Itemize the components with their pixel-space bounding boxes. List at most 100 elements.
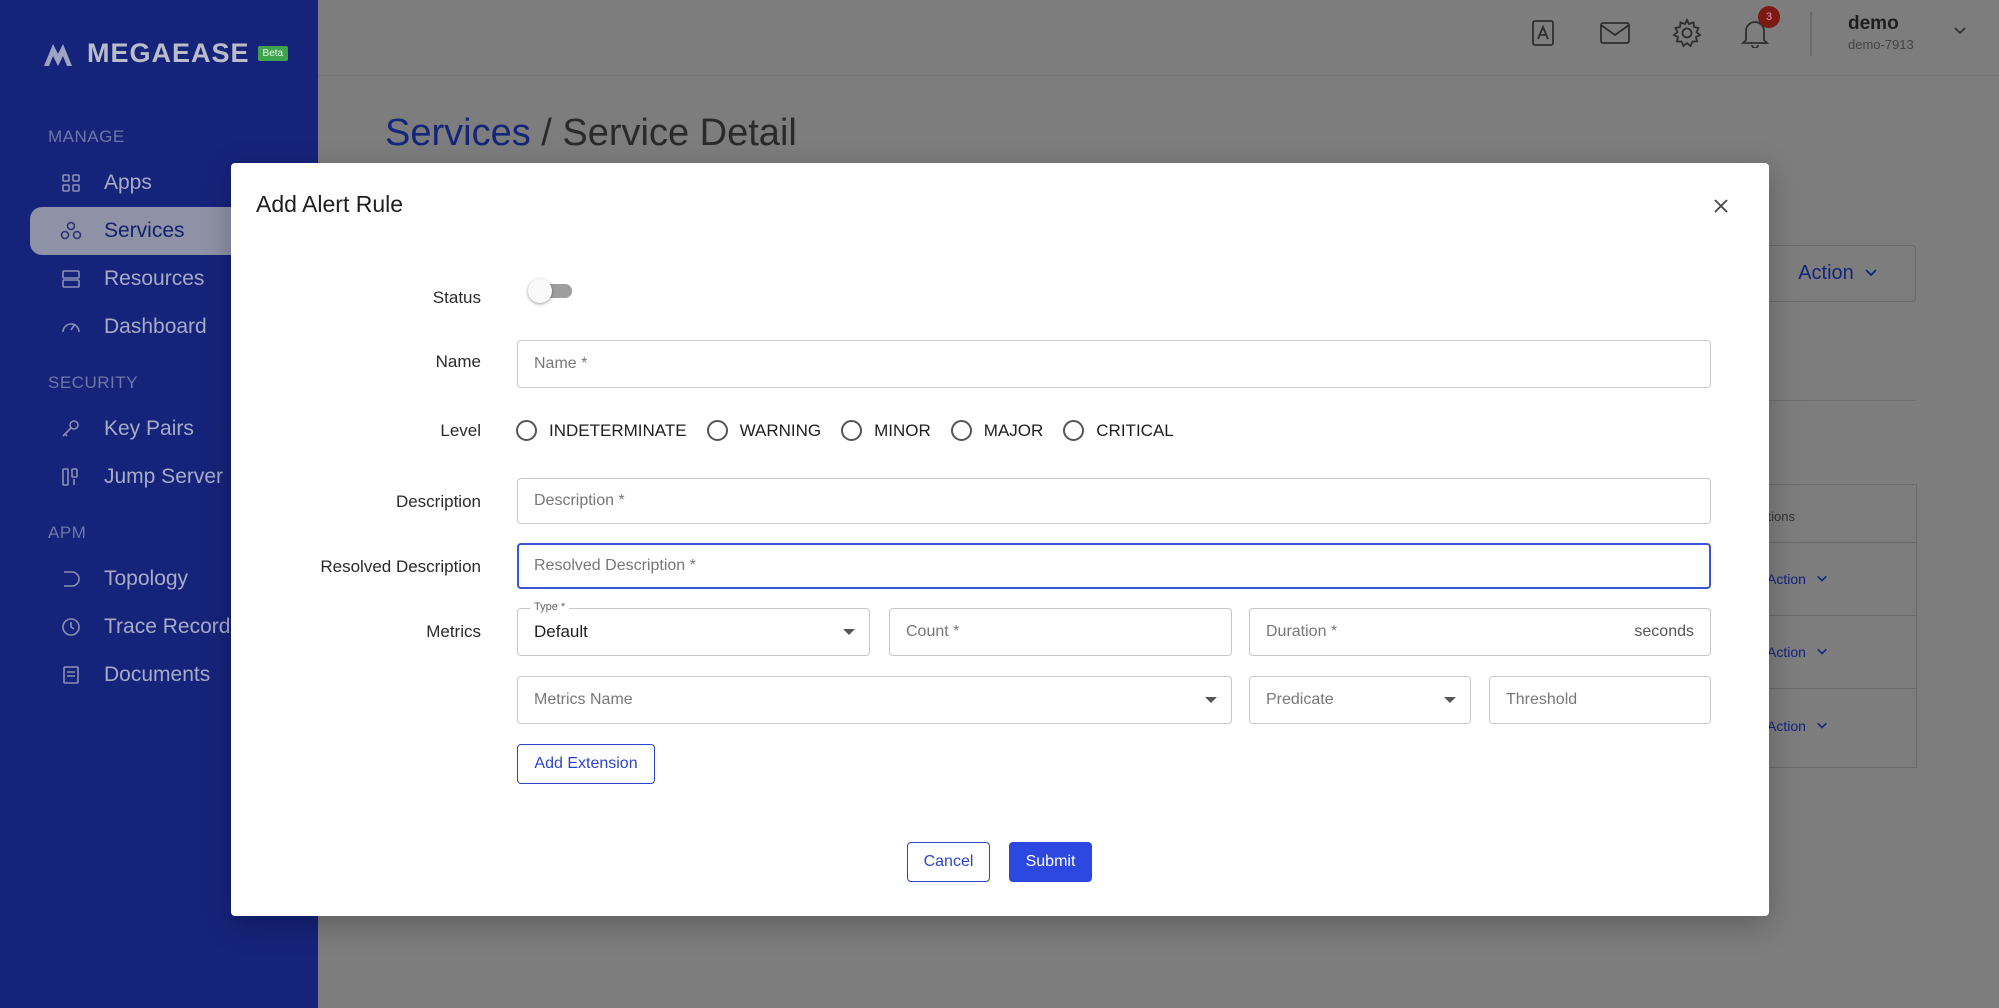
chevron-down-icon <box>1816 571 1828 587</box>
dashboard-gauge-icon <box>60 316 82 338</box>
beta-badge: Beta <box>257 46 289 61</box>
chevron-down-icon <box>1864 262 1878 285</box>
level-radio-critical[interactable]: CRITICAL <box>1063 420 1174 441</box>
level-radio-minor[interactable]: MINOR <box>841 420 931 441</box>
description-input[interactable]: Description * <box>517 478 1711 524</box>
name-label: Name <box>435 352 481 371</box>
radio-circle <box>706 420 728 441</box>
radio-circle <box>516 420 537 441</box>
description-label: Description <box>395 492 481 511</box>
chevron-down-icon[interactable] <box>1952 22 1968 43</box>
table-row[interactable]: Action <box>1761 689 1916 762</box>
status-toggle[interactable] <box>528 279 572 303</box>
topology-icon <box>60 568 82 590</box>
resources-icon <box>60 268 82 290</box>
submit-button[interactable]: Submit <box>1009 842 1092 882</box>
toggle-thumb <box>528 279 552 303</box>
metrics-label: Metrics <box>426 622 481 641</box>
breadcrumb-link-services[interactable]: Services <box>385 112 531 154</box>
action-dropdown-button[interactable]: Action <box>1760 245 1916 302</box>
radio-circle <box>841 420 863 441</box>
key-icon <box>60 418 82 440</box>
count-input[interactable]: Count * <box>889 608 1232 656</box>
table-row[interactable]: Action <box>1761 543 1916 616</box>
sidebar-item-label: Topology <box>104 567 189 590</box>
radio-label: WARNING <box>739 420 822 440</box>
level-radio-warning[interactable]: WARNING <box>706 420 822 441</box>
sidebar-item-label: Documents <box>104 663 211 686</box>
table-row[interactable]: Action <box>1761 616 1916 689</box>
chevron-down-icon <box>1816 644 1828 660</box>
brand-name: MEGAEASE <box>87 38 250 68</box>
name-input[interactable]: Name * <box>517 340 1711 388</box>
sidebar-item-label: Key Pairs <box>104 417 194 440</box>
status-label: Status <box>432 288 481 307</box>
type-selected-value: Default <box>534 622 588 641</box>
row-action-label: Action <box>1767 644 1806 660</box>
add-alert-rule-dialog: Add Alert Rule Status Name Name * Level … <box>231 163 1769 916</box>
sidebar-item-label: Resources <box>104 267 205 290</box>
duration-input[interactable]: Duration * seconds <box>1249 608 1711 656</box>
type-select[interactable]: Type * Default <box>517 601 870 656</box>
sidebar-item-label: Jump Server <box>104 465 224 488</box>
document-icon <box>60 664 82 686</box>
user-id: demo-7913 <box>1848 37 1914 52</box>
background-table: ctions Action Action Action <box>1760 484 1917 768</box>
bell-icon[interactable]: 3 <box>1738 6 1780 50</box>
nav-section-security: SECURITY <box>48 373 138 392</box>
nav-section-manage: MANAGE <box>48 127 125 146</box>
level-radio-indeterminate[interactable]: INDETERMINATE <box>516 420 687 441</box>
level-radio-major[interactable]: MAJOR <box>950 420 1044 441</box>
duration-placeholder: Duration * <box>1266 623 1338 640</box>
add-extension-button[interactable]: Add Extension <box>517 744 655 784</box>
sidebar-item-label: Apps <box>104 171 152 194</box>
predicate-placeholder: Predicate <box>1266 691 1334 708</box>
clock-icon <box>60 616 82 638</box>
megaease-logo-icon <box>42 40 78 68</box>
table-header-actions: ctions <box>1761 485 1916 543</box>
level-label: Level <box>440 421 481 440</box>
dialog-title: Add Alert Rule <box>256 191 404 217</box>
radio-circle <box>950 420 972 441</box>
radio-label: INDETERMINATE <box>549 420 687 440</box>
brand-logo[interactable]: MEGAEASE Beta <box>42 38 289 69</box>
user-name[interactable]: demo <box>1848 13 1899 35</box>
row-action-label: Action <box>1767 571 1806 587</box>
breadcrumb-separator: / <box>530 112 563 154</box>
threshold-input[interactable]: Threshold <box>1489 676 1711 724</box>
breadcrumb-current: Service Detail <box>562 112 797 154</box>
sidebar-item-label: Dashboard <box>104 315 207 338</box>
radio-label: MINOR <box>874 420 931 440</box>
caret-down-icon <box>1205 697 1217 703</box>
metrics-name-select[interactable]: Metrics Name <box>517 676 1232 724</box>
mail-icon[interactable] <box>1598 16 1632 50</box>
chevron-down-icon <box>1816 718 1828 734</box>
caret-down-icon <box>843 629 855 635</box>
metrics-name-placeholder: Metrics Name <box>534 691 633 708</box>
sidebar-item-label: Services <box>104 219 185 242</box>
radio-label: CRITICAL <box>1096 420 1174 440</box>
nav-section-apm: APM <box>48 523 87 542</box>
sidebar-item-label: Trace Records <box>104 615 241 638</box>
contacts-icon[interactable] <box>1526 16 1560 50</box>
services-icon <box>60 220 82 242</box>
apps-grid-icon <box>60 172 82 194</box>
notification-count-badge: 3 <box>1758 6 1780 28</box>
level-radio-group: INDETERMINATE WARNING MINOR MAJOR CRITIC… <box>516 420 1194 441</box>
page-title: Services / Service Detail <box>385 112 797 155</box>
gear-icon[interactable] <box>1670 16 1704 50</box>
cancel-button[interactable]: Cancel <box>907 842 990 882</box>
predicate-select[interactable]: Predicate <box>1249 676 1471 724</box>
duration-unit: seconds <box>1634 623 1694 640</box>
resolved-description-label: Resolved Description <box>320 557 481 576</box>
jump-server-icon <box>60 466 82 488</box>
caret-down-icon <box>1444 697 1456 703</box>
topbar-divider <box>1810 12 1812 56</box>
row-action-label: Action <box>1767 717 1806 734</box>
radio-circle <box>1063 420 1085 441</box>
radio-label: MAJOR <box>983 420 1044 440</box>
type-float-label: Type * <box>530 601 570 613</box>
resolved-description-input[interactable]: Resolved Description * <box>517 543 1711 589</box>
divider <box>1768 400 1916 401</box>
close-icon[interactable] <box>1708 193 1734 219</box>
